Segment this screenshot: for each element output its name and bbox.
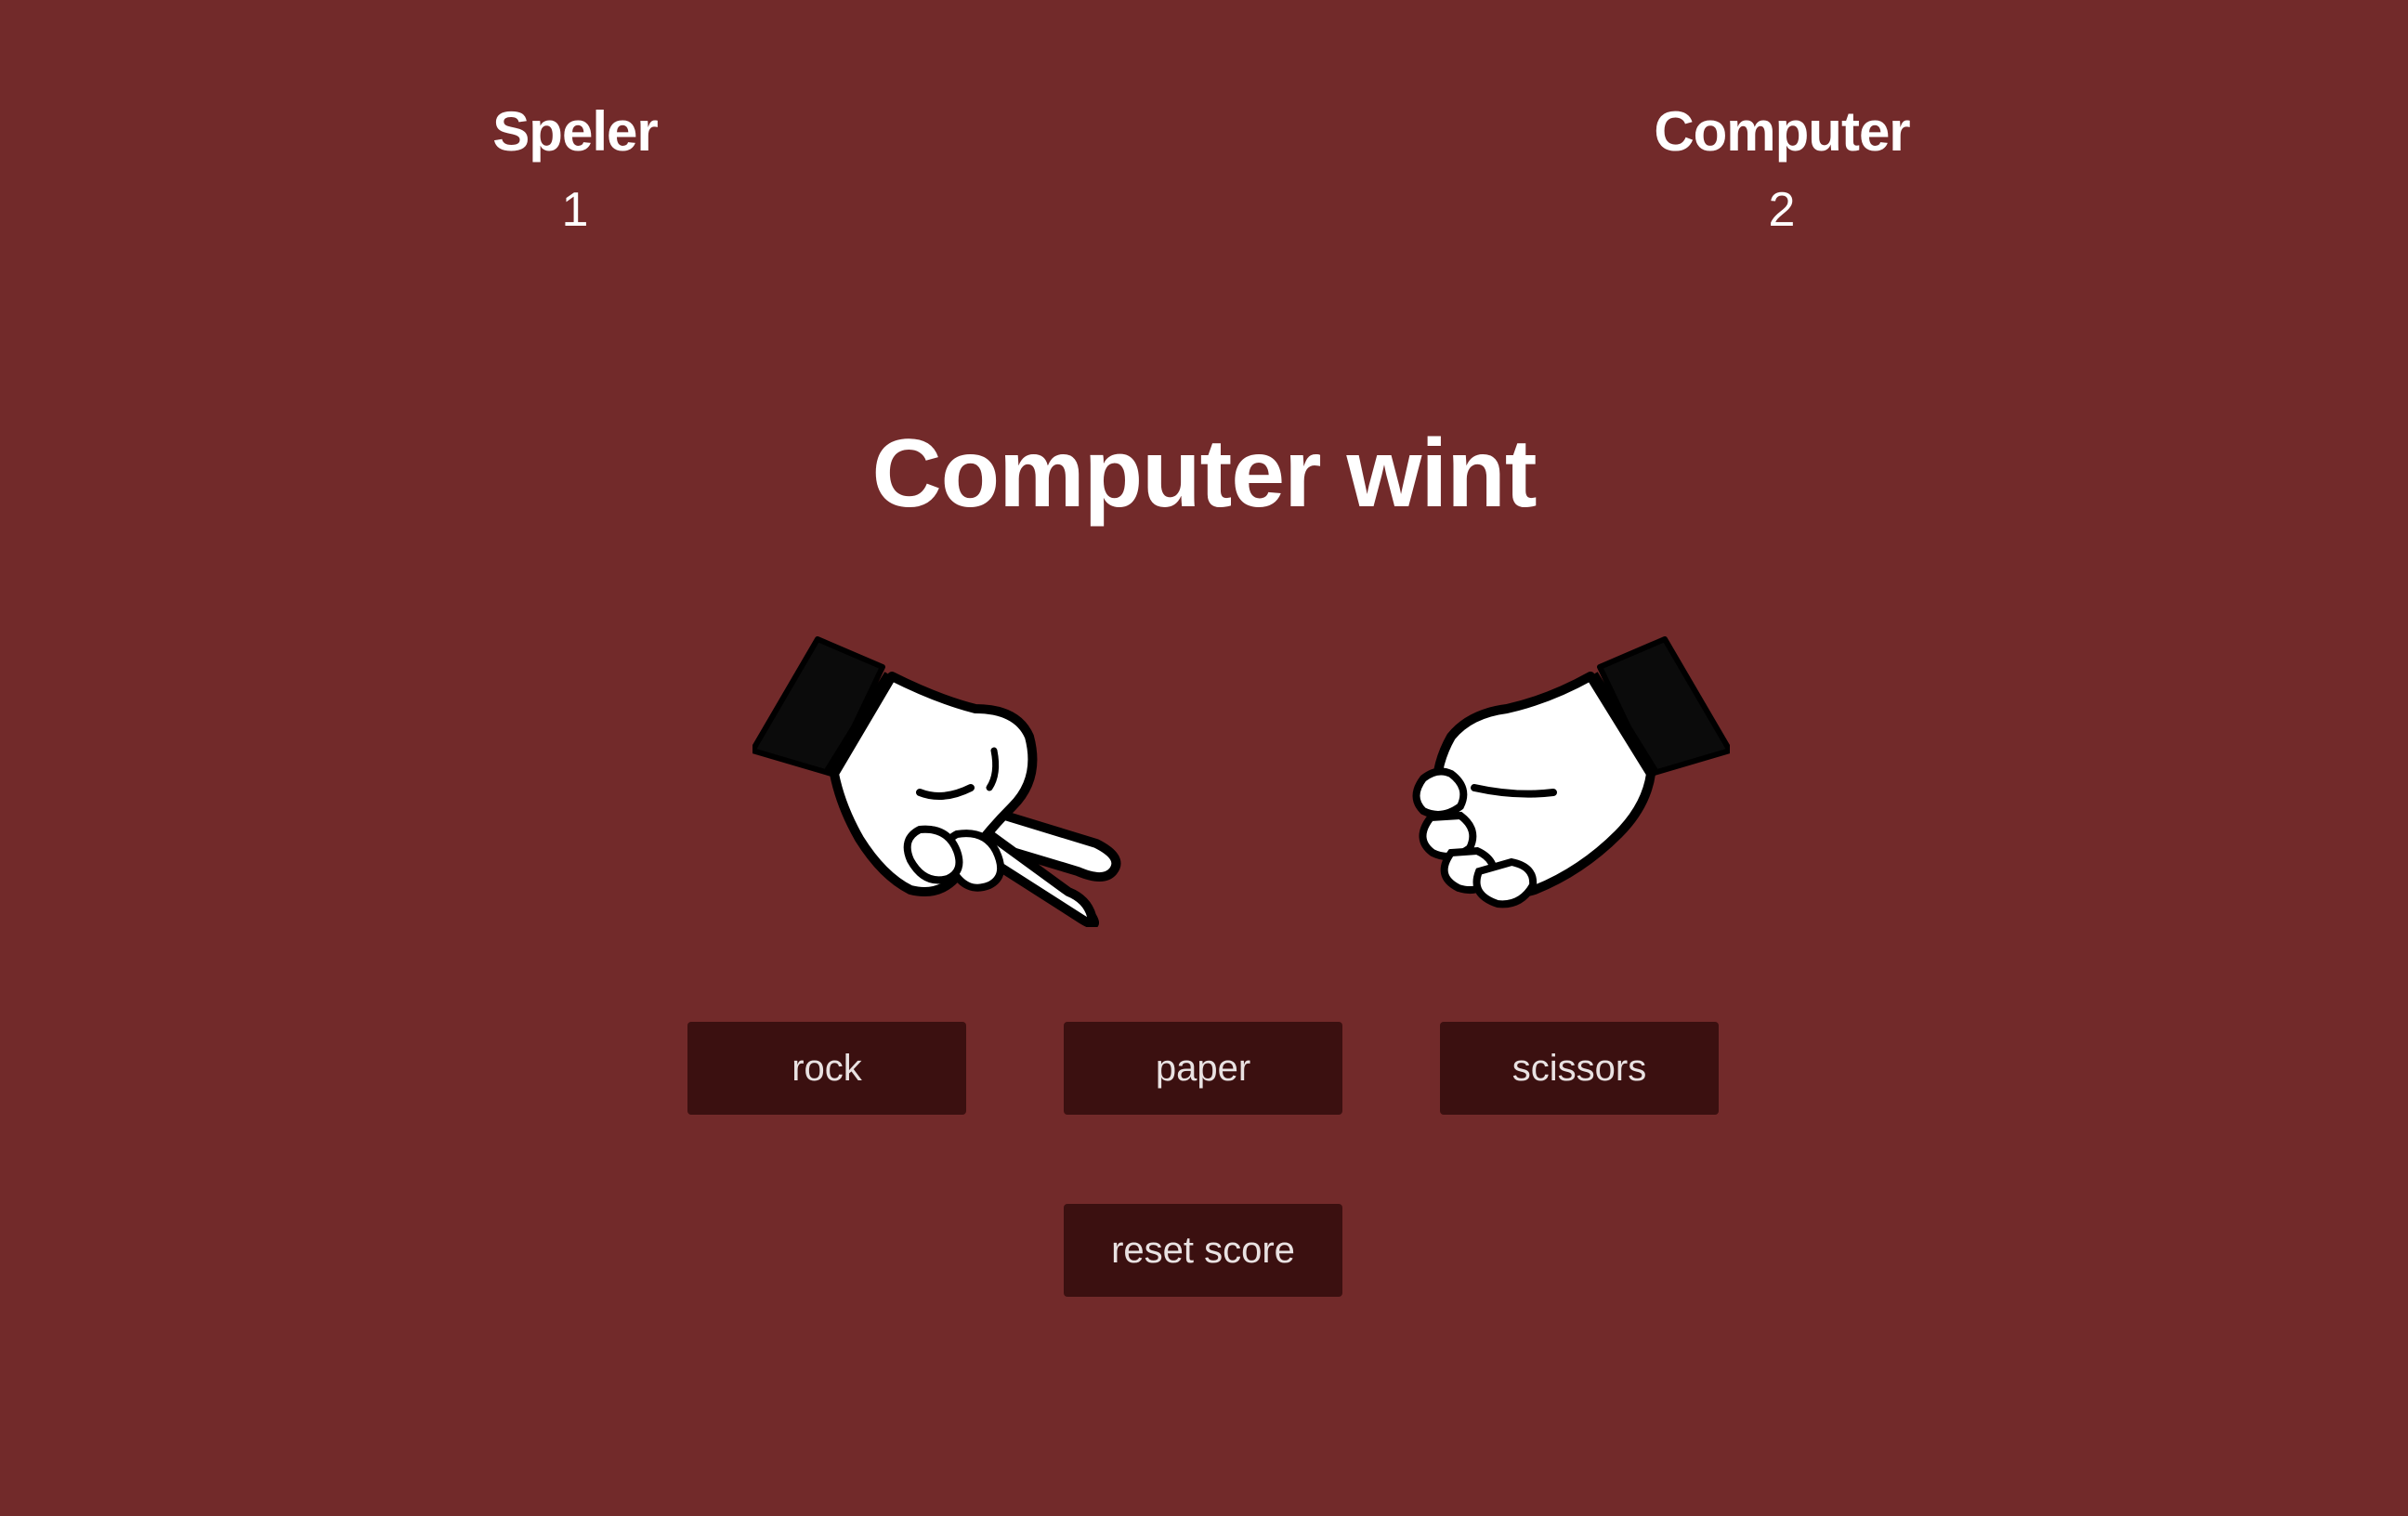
rock-hand-icon (1321, 621, 1733, 927)
reset-score-button[interactable]: reset score (1064, 1204, 1342, 1297)
rock-button[interactable]: rock (687, 1022, 966, 1115)
game-stage: Speler 1 Computer 2 Computer wint rock p… (0, 0, 2408, 1516)
result-text: Computer wint (871, 420, 1538, 528)
paper-button[interactable]: paper (1064, 1022, 1342, 1115)
computer-score-value: 2 (1768, 183, 1796, 237)
computer-label: Computer (1654, 100, 1910, 163)
computer-score: Computer 2 (1596, 93, 1968, 249)
player-label: Speler (492, 100, 658, 163)
scissors-hand-icon (750, 621, 1161, 929)
scissors-button[interactable]: scissors (1440, 1022, 1719, 1115)
player-score: Speler 1 (389, 93, 761, 249)
player-score-value: 1 (561, 183, 589, 237)
